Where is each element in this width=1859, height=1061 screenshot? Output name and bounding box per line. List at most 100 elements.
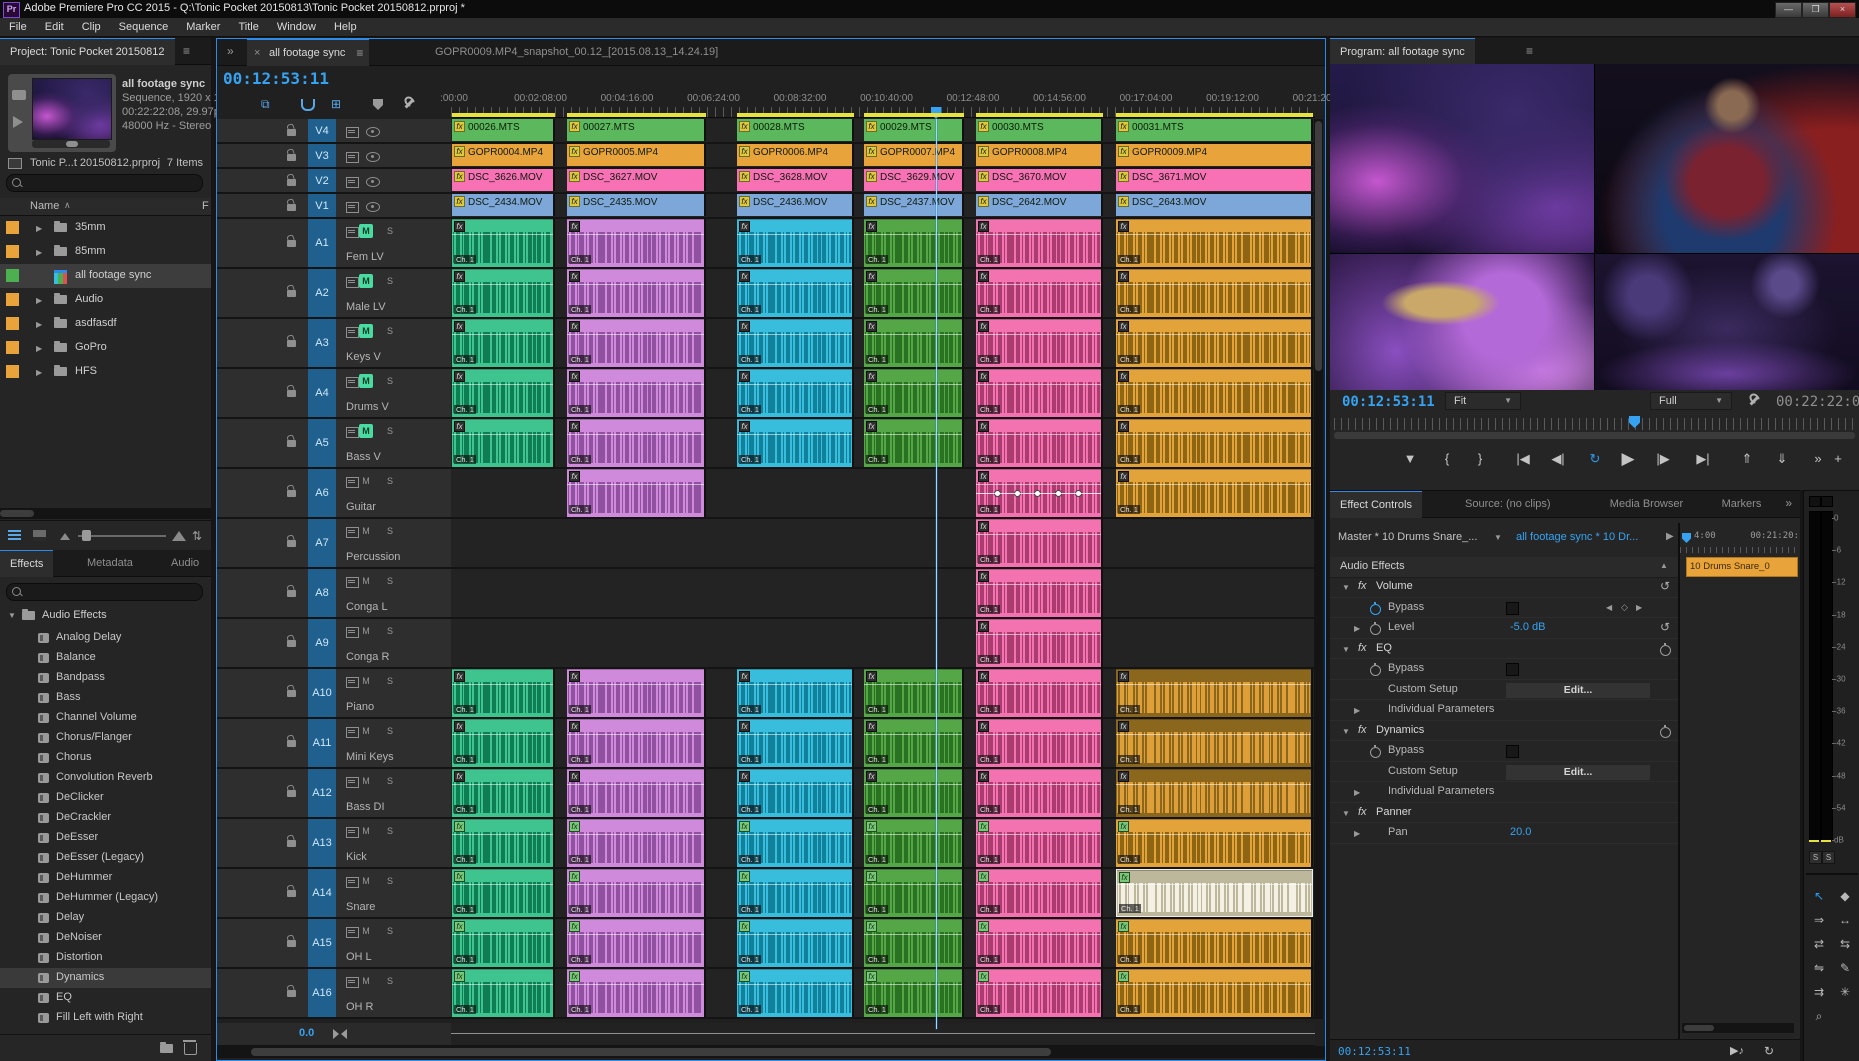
param-custom-setup[interactable]: Custom SetupEdit... bbox=[1330, 762, 1678, 783]
video-clip[interactable]: fxDSC_3626.MOV bbox=[452, 169, 555, 191]
source-patch-icon[interactable] bbox=[346, 877, 359, 888]
audio-clip[interactable]: fxCh. 1 bbox=[452, 869, 555, 917]
video-clip[interactable]: fxGOPR0004.MP4 bbox=[452, 144, 555, 166]
mark-out-button[interactable]: } bbox=[1467, 446, 1493, 472]
audio-clip[interactable]: fxCh. 1 bbox=[1116, 919, 1313, 967]
audio-clip[interactable]: fxCh. 1 bbox=[567, 219, 706, 267]
track-badge-A6[interactable]: A6 bbox=[308, 469, 336, 517]
track-badge-A10[interactable]: A10 bbox=[308, 669, 336, 717]
audio-clip[interactable]: fxCh. 1 bbox=[1116, 969, 1313, 1017]
audio-clip[interactable]: fxCh. 1 bbox=[864, 419, 964, 467]
audio-clip[interactable]: fxCh. 1 bbox=[567, 319, 706, 367]
toggle-track-output-icon[interactable] bbox=[366, 177, 380, 187]
audio-clip[interactable]: fxCh. 1 bbox=[452, 819, 555, 867]
source-patch-icon[interactable] bbox=[346, 627, 359, 638]
audio-clip[interactable]: fxCh. 1 bbox=[1116, 869, 1313, 917]
mute-button[interactable]: M bbox=[359, 774, 373, 788]
master-gain-value[interactable]: 0.0 bbox=[299, 1027, 314, 1039]
lock-icon[interactable] bbox=[287, 540, 296, 547]
lock-icon[interactable] bbox=[287, 204, 296, 211]
twirl-closed-icon[interactable]: ▶ bbox=[1354, 624, 1360, 633]
effect-item-fill-left-with-right[interactable]: Fill Left with Right bbox=[0, 1008, 211, 1028]
audio-clip[interactable]: fxCh. 1 bbox=[864, 769, 964, 817]
solo-button[interactable]: S bbox=[383, 874, 397, 888]
twirl-closed-icon[interactable]: ▶ bbox=[36, 248, 42, 257]
label-color-chip[interactable] bbox=[6, 365, 19, 378]
audio-clip[interactable]: fxCh. 1 bbox=[864, 369, 964, 417]
go-to-out-button[interactable]: ▶| bbox=[1690, 446, 1716, 472]
audio-clip[interactable]: fxCh. 1 bbox=[737, 269, 854, 317]
audio-clip[interactable]: fxCh. 1 bbox=[737, 969, 854, 1017]
lift-button[interactable]: ⇑ bbox=[1734, 446, 1760, 472]
menu-help[interactable]: Help bbox=[325, 18, 366, 36]
rate-stretch-tool[interactable]: ⇆ bbox=[1834, 935, 1856, 953]
track-badge-A3[interactable]: A3 bbox=[308, 319, 336, 367]
mute-button[interactable]: M bbox=[359, 374, 373, 388]
video-clip[interactable]: fx00030.MTS bbox=[976, 119, 1103, 141]
panel-menu-icon[interactable]: ≡ bbox=[1526, 44, 1533, 58]
source-patch-icon[interactable] bbox=[346, 977, 359, 988]
minimize-button[interactable]: — bbox=[1775, 2, 1802, 18]
panel-menu-icon[interactable]: ≡ bbox=[183, 44, 190, 58]
solo-button[interactable]: S bbox=[383, 624, 397, 638]
ripple-edit-tool[interactable]: ↔ bbox=[1834, 911, 1856, 929]
add-button[interactable]: + bbox=[1825, 446, 1851, 472]
track-badge-A15[interactable]: A15 bbox=[308, 919, 336, 967]
stopwatch-icon[interactable] bbox=[1370, 665, 1381, 676]
audio-clip[interactable]: fxCh. 1 bbox=[737, 419, 854, 467]
program-timecode[interactable]: 00:12:53:11 bbox=[1342, 394, 1435, 410]
solo-button[interactable]: S bbox=[383, 424, 397, 438]
audio-clip[interactable]: fxCh. 1 bbox=[976, 419, 1103, 467]
program-settings-icon[interactable] bbox=[1748, 394, 1761, 407]
audio-clip[interactable]: fxCh. 1 bbox=[452, 719, 555, 767]
close-tab-icon[interactable]: × bbox=[254, 40, 260, 66]
panel-overflow-icon[interactable]: » bbox=[227, 44, 234, 58]
chevron-down-icon[interactable]: ▼ bbox=[1494, 533, 1502, 542]
param-bypass[interactable]: Bypass bbox=[1330, 741, 1678, 762]
toggle-track-output-icon[interactable] bbox=[366, 127, 380, 137]
toggle-clock-icon[interactable] bbox=[1660, 645, 1671, 656]
lock-icon[interactable] bbox=[287, 990, 296, 997]
video-clip[interactable]: fxGOPR0009.MP4 bbox=[1116, 144, 1313, 166]
audio-clip[interactable]: fxCh. 1 bbox=[976, 219, 1103, 267]
track-name[interactable]: Drums V bbox=[346, 401, 389, 413]
audio-clip[interactable]: fxCh. 1 bbox=[567, 819, 706, 867]
audio-clip[interactable]: fxCh. 1 bbox=[1116, 219, 1313, 267]
panel-overflow-icon[interactable]: » bbox=[1785, 496, 1792, 510]
pen-tool[interactable]: ✎ bbox=[1834, 959, 1856, 977]
tab-metadata[interactable]: Metadata bbox=[77, 550, 143, 576]
audio-clip[interactable]: fxCh. 1 bbox=[737, 769, 854, 817]
twirl-open-icon[interactable]: ▼ bbox=[8, 611, 16, 620]
timeline-settings-icon[interactable] bbox=[403, 97, 416, 110]
audio-clip[interactable]: fxCh. 1 bbox=[976, 869, 1103, 917]
audio-clip[interactable]: fxCh. 1 bbox=[976, 969, 1103, 1017]
lock-icon[interactable] bbox=[287, 129, 296, 136]
solo-button[interactable]: S bbox=[383, 774, 397, 788]
track-name[interactable]: Snare bbox=[346, 901, 375, 913]
audio-clip[interactable]: fxCh. 1 bbox=[864, 819, 964, 867]
effect-item-channel-volume[interactable]: Channel Volume bbox=[0, 708, 211, 728]
effect-item-dehummer[interactable]: DeHummer bbox=[0, 868, 211, 888]
lock-icon[interactable] bbox=[287, 940, 296, 947]
audio-clip[interactable]: fxCh. 1 bbox=[1116, 719, 1313, 767]
menu-edit[interactable]: Edit bbox=[36, 18, 73, 36]
tab-effects[interactable]: Effects≡ bbox=[0, 550, 53, 577]
track-name[interactable]: Male LV bbox=[346, 301, 386, 313]
go-to-in-button[interactable]: |◀ bbox=[1510, 446, 1536, 472]
audio-clip[interactable]: fxCh. 1 bbox=[1116, 469, 1313, 517]
thumbnail-zoom-slider[interactable] bbox=[78, 535, 166, 537]
video-clip[interactable]: fxDSC_3671.MOV bbox=[1116, 169, 1313, 191]
audio-clip[interactable]: fxCh. 1 bbox=[567, 669, 706, 717]
lock-icon[interactable] bbox=[287, 340, 296, 347]
lock-icon[interactable] bbox=[287, 790, 296, 797]
audio-clip[interactable]: fxCh. 1 bbox=[567, 269, 706, 317]
audio-clip[interactable]: fxCh. 1 bbox=[452, 269, 555, 317]
close-button[interactable]: × bbox=[1829, 2, 1856, 18]
track-name[interactable]: Kick bbox=[346, 851, 367, 863]
audio-clip[interactable]: fxCh. 1 bbox=[452, 769, 555, 817]
video-clip[interactable]: fxDSC_3670.MOV bbox=[976, 169, 1103, 191]
timeline-v-scrollbar[interactable] bbox=[1314, 119, 1323, 1019]
audio-clip[interactable]: fxCh. 1 bbox=[1116, 769, 1313, 817]
label-color-chip[interactable] bbox=[6, 245, 19, 258]
project-item-35mm[interactable]: ▶35mm bbox=[0, 216, 211, 240]
